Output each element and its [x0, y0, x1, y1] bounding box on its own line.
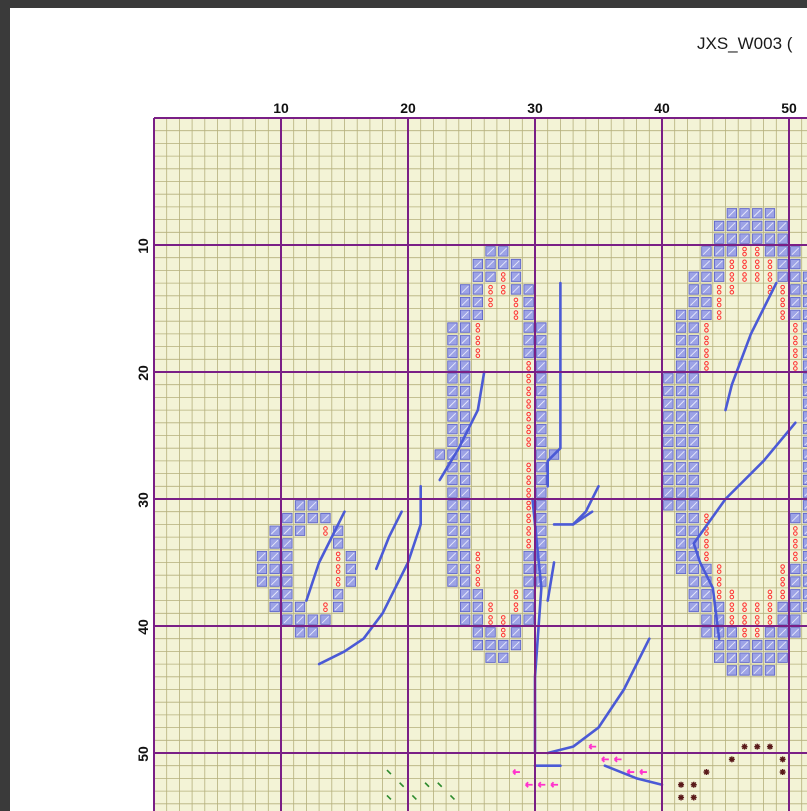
- cross-stitch-chart: 10 20 30 40 50 10 20 30 40 50: [135, 100, 807, 811]
- top-label-30: 30: [527, 100, 543, 116]
- top-label-40: 40: [654, 100, 670, 116]
- top-label-10: 10: [273, 100, 289, 116]
- top-label-50: 50: [781, 100, 797, 116]
- side-label-40: 40: [135, 619, 151, 635]
- chart-fabric: [154, 118, 807, 811]
- side-label-50: 50: [135, 746, 151, 762]
- side-label-10: 10: [135, 238, 151, 254]
- side-label-30: 30: [135, 492, 151, 508]
- top-label-20: 20: [400, 100, 416, 116]
- side-label-20: 20: [135, 365, 151, 381]
